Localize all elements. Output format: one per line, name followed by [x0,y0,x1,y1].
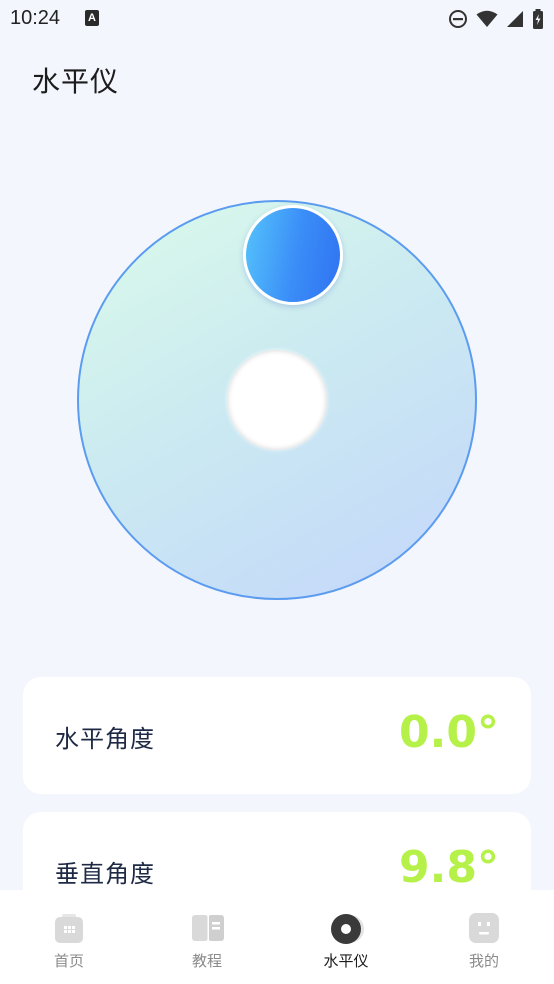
nav-label-mine: 我的 [468,952,499,970]
status-time: 10:24 [10,7,61,29]
vertical-angle-label: 垂直角度 [55,860,155,888]
book-icon [191,912,224,944]
nav-label-level: 水平仪 [323,952,369,970]
level-center-target [227,350,327,450]
nav-label-tutorial: 教程 [191,952,222,970]
page-title: 水平仪 [32,65,120,98]
profile-face-icon [468,912,500,944]
nav-item-tutorial[interactable]: 教程 [138,890,276,984]
battery-icon [532,9,544,29]
vertical-angle-value: 9.8° [399,842,499,893]
nav-label-home: 首页 [53,952,84,970]
do-not-disturb-icon [448,9,468,29]
horizontal-angle-label: 水平角度 [55,725,155,753]
status-icons [448,8,544,30]
status-bar: 10:24 A [0,0,554,38]
nav-item-level[interactable]: 水平仪 [277,890,415,984]
wifi-icon [476,10,498,28]
level-disc-icon [330,912,364,944]
home-grid-icon [53,912,85,944]
horizontal-angle-card: 水平角度 0.0° [23,677,531,794]
horizontal-angle-value: 0.0° [399,707,499,758]
level-screen: 10:24 A 水平仪 水平角度 0.0° 垂直角度 9.8° 首页 教程 水平… [0,0,554,984]
nav-item-mine[interactable]: 我的 [415,890,553,984]
level-bubble [243,205,343,305]
bottom-nav: 首页 教程 水平仪 我的 [0,890,554,984]
notification-icon: A [85,10,99,26]
cell-signal-icon [506,10,524,28]
nav-item-home[interactable]: 首页 [0,890,138,984]
